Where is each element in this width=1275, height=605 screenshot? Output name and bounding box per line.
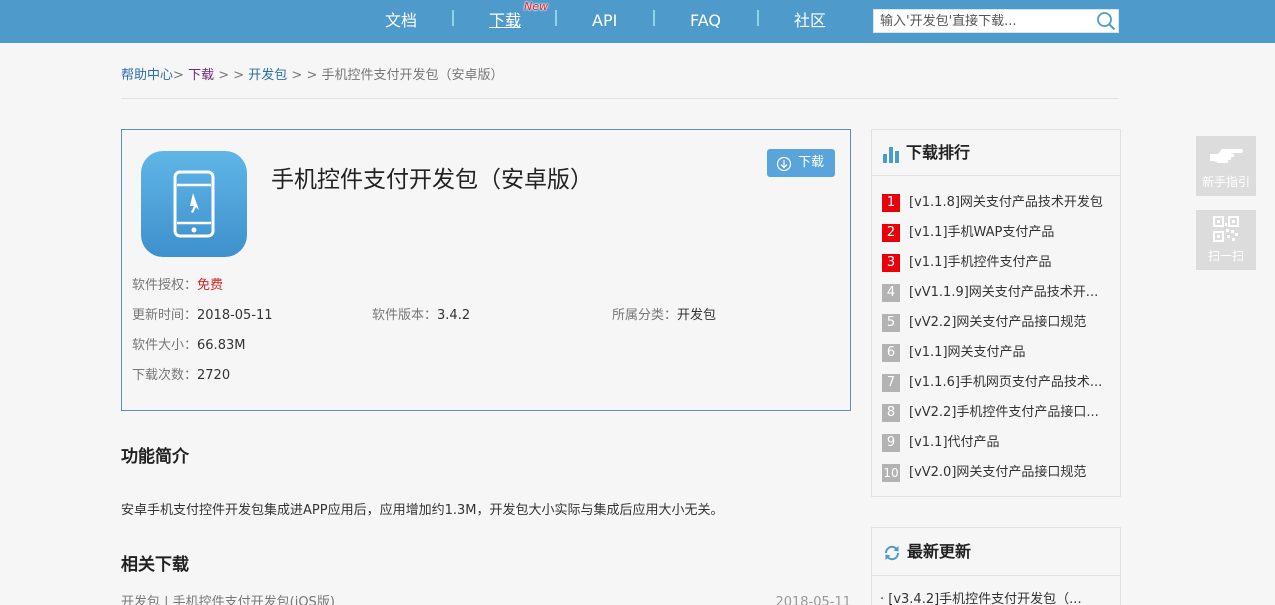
related-item[interactable]: 开发包 | 手机控件支付开发包(iOS版) 2018-05-11 xyxy=(121,594,851,605)
meta-label: 下载次数： xyxy=(132,368,198,383)
qr-scan-label: 扫一扫 xyxy=(1207,249,1244,263)
meta-label: 更新时间： xyxy=(132,308,198,323)
download-button-label: 下载 xyxy=(798,155,825,170)
ranking-item-text: [v1.1]网关支付产品 xyxy=(909,345,1026,360)
divider xyxy=(872,575,1120,576)
ranking-item[interactable]: 7 [v1.1.6]手机网页支付产品技术... xyxy=(882,374,1114,392)
meta-value: 2720 xyxy=(197,368,231,383)
nav-item-docs[interactable]: 文档 xyxy=(385,10,417,32)
nav-item-api[interactable]: API xyxy=(592,10,617,32)
divider xyxy=(121,98,1119,99)
rank-number: 10 xyxy=(882,464,900,482)
phone-app-icon xyxy=(141,151,247,257)
intro-text: 安卓手机支付控件开发包集成进APP应用后，应用增加约1.3M，开发包大小实际与集… xyxy=(121,503,724,518)
rank-number: 9 xyxy=(882,434,900,452)
breadcrumb-separator: > > xyxy=(287,68,322,83)
pointing-hand-icon xyxy=(1208,144,1244,172)
meta-value: 66.83M xyxy=(197,338,246,353)
breadcrumb-devpack[interactable]: 开发包 xyxy=(248,68,287,83)
rank-number: 8 xyxy=(882,404,900,422)
search-icon[interactable] xyxy=(1096,11,1116,31)
ranking-item-text: [v1.1.8]网关支付产品技术开发包 xyxy=(909,195,1103,210)
related-item-text: 开发包 | 手机控件支付开发包(iOS版) xyxy=(121,595,335,605)
search-input[interactable] xyxy=(874,10,1089,33)
nav-separator xyxy=(452,10,454,26)
ranking-item-text: [vV1.1.9]网关支付产品技术开... xyxy=(909,285,1099,300)
ranking-item[interactable]: 6 [v1.1]网关支付产品 xyxy=(882,344,1114,362)
latest-title: 最新更新 xyxy=(907,542,972,561)
intro-title: 功能简介 xyxy=(121,447,189,467)
download-ranking-panel: 下载排行 1 [v1.1.8]网关支付产品技术开发包 2 [v1.1]手机WAP支付… xyxy=(871,129,1121,497)
nav-item-faq[interactable]: FAQ xyxy=(690,10,721,32)
ranking-item-text: [vV2.0]网关支付产品接口规范 xyxy=(909,465,1087,480)
ranking-title: 下载排行 xyxy=(906,143,971,162)
meta-value: 免费 xyxy=(197,278,224,293)
meta-updated: 更新时间：2018-05-11 xyxy=(132,307,273,325)
ranking-item[interactable]: 4 [vV1.1.9]网关支付产品技术开... xyxy=(882,284,1114,302)
meta-label: 软件版本： xyxy=(372,308,438,323)
meta-value: 开发包 xyxy=(677,308,717,323)
meta-version: 软件版本：3.4.2 xyxy=(372,307,470,325)
top-nav: 文档 下载 New API FAQ 社区 xyxy=(0,0,1275,43)
new-badge: New xyxy=(524,0,548,13)
related-item-date: 2018-05-11 xyxy=(775,595,851,605)
rank-number: 7 xyxy=(882,374,900,392)
breadcrumb-separator: > xyxy=(173,68,184,83)
download-button[interactable]: 下载 xyxy=(767,149,835,177)
breadcrumb-home[interactable]: 帮助中心 xyxy=(121,68,173,83)
related-title: 相关下载 xyxy=(121,555,189,575)
nav-item-community[interactable]: 社区 xyxy=(794,10,826,32)
rank-number: 5 xyxy=(882,314,900,332)
product-card: 手机控件支付开发包（安卓版） 下载 软件授权：免费 更新时间：2018-05-1… xyxy=(121,129,851,411)
ranking-item-text: [vV2.2]手机控件支付产品接口... xyxy=(909,405,1099,420)
ranking-header: 下载排行 xyxy=(872,130,1120,176)
meta-category: 所属分类：开发包 xyxy=(612,307,716,325)
ranking-item-text: [vV2.2]网关支付产品接口规范 xyxy=(909,315,1087,330)
meta-size: 软件大小：66.83M xyxy=(132,337,245,355)
latest-updates-panel: 最新更新 · [v3.4.2]手机控件支付开发包（... xyxy=(871,527,1121,605)
ranking-item-text: [v1.1]手机WAP支付产品 xyxy=(909,225,1055,240)
rank-number: 3 xyxy=(882,254,900,272)
search-box xyxy=(873,9,1119,33)
ranking-item[interactable]: 8 [vV2.2]手机控件支付产品接口... xyxy=(882,404,1114,422)
nav-separator xyxy=(757,10,759,26)
ranking-item[interactable]: 5 [vV2.2]网关支付产品接口规范 xyxy=(882,314,1114,332)
ranking-item[interactable]: 9 [v1.1]代付产品 xyxy=(882,434,1114,452)
meta-value: 2018-05-11 xyxy=(197,308,273,323)
ranking-item-text: [v1.1]代付产品 xyxy=(909,435,1000,450)
nav-separator xyxy=(555,10,557,26)
ranking-item-text: [v1.1]手机控件支付产品 xyxy=(909,255,1052,270)
breadcrumb-separator: > > xyxy=(214,68,249,83)
download-icon xyxy=(776,155,792,183)
ranking-item[interactable]: 10 [vV2.0]网关支付产品接口规范 xyxy=(882,464,1114,482)
breadcrumb-current: 手机控件支付开发包（安卓版） xyxy=(321,68,504,83)
ranking-item-text: [v1.1.6]手机网页支付产品技术... xyxy=(909,375,1103,390)
meta-license: 软件授权：免费 xyxy=(132,277,223,295)
nav-separator xyxy=(653,10,655,26)
refresh-icon xyxy=(883,544,901,566)
qr-scan-button[interactable]: 扫一扫 xyxy=(1196,210,1256,270)
breadcrumb: 帮助中心> 下载 > > 开发包 > > 手机控件支付开发包（安卓版） xyxy=(121,67,503,85)
ranking-item[interactable]: 2 [v1.1]手机WAP支付产品 xyxy=(882,224,1114,242)
rank-number: 4 xyxy=(882,284,900,302)
meta-downloads: 下载次数：2720 xyxy=(132,367,230,385)
product-title: 手机控件支付开发包（安卓版） xyxy=(271,167,593,193)
meta-label: 所属分类： xyxy=(612,308,678,323)
qr-code-icon xyxy=(1213,216,1239,246)
meta-value: 3.4.2 xyxy=(437,308,471,323)
guide-button[interactable]: 新手指引 xyxy=(1196,136,1256,196)
rank-number: 2 xyxy=(882,224,900,242)
meta-label: 软件授权： xyxy=(132,278,198,293)
nav-item-download[interactable]: 下载 xyxy=(489,10,521,32)
rank-number: 1 xyxy=(882,194,900,212)
ranking-item[interactable]: 3 [v1.1]手机控件支付产品 xyxy=(882,254,1114,272)
rank-number: 6 xyxy=(882,344,900,362)
meta-label: 软件大小： xyxy=(132,338,198,353)
guide-button-label: 新手指引 xyxy=(1201,175,1250,189)
ranking-item[interactable]: 1 [v1.1.8]网关支付产品技术开发包 xyxy=(882,194,1114,212)
latest-item[interactable]: · [v3.4.2]手机控件支付开发包（... xyxy=(880,591,1114,605)
breadcrumb-download[interactable]: 下载 xyxy=(188,68,214,83)
bar-chart-icon xyxy=(883,147,900,167)
